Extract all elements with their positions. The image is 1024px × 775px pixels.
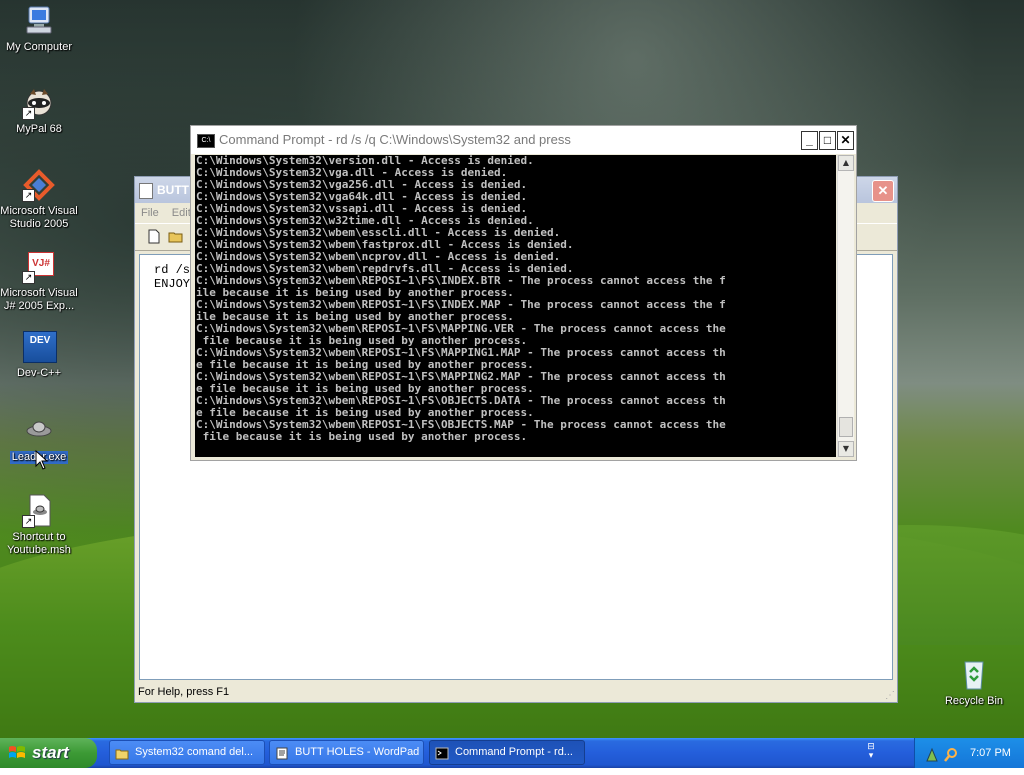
shortcut-arrow-icon: ↗ [22, 189, 35, 202]
tray-network-icon[interactable] [925, 745, 939, 775]
command-prompt-window[interactable]: C:\ Command Prompt - rd /s /q C:\Windows… [190, 125, 857, 461]
leader-exe-icon [22, 414, 56, 448]
new-document-icon[interactable] [147, 229, 163, 244]
status-text: For Help, press F1 [138, 686, 230, 698]
shortcut-arrow-icon: ↗ [22, 271, 35, 284]
desktop-icon-visual-studio[interactable]: ↗ Microsoft Visual Studio 2005 [0, 168, 81, 231]
wordpad-icon [275, 746, 289, 760]
menu-edit[interactable]: Edit [172, 207, 191, 219]
desktop-icon-my-computer[interactable]: My Computer [0, 4, 81, 54]
close-icon[interactable]: ✕ [872, 180, 894, 202]
taskbar-item-command-prompt[interactable]: Command Prompt - rd... [429, 740, 585, 765]
console-text: C:\Windows\System32\version.dll - Access… [196, 155, 726, 443]
my-computer-icon [22, 4, 56, 38]
open-folder-icon[interactable] [168, 229, 184, 244]
visual-studio-icon: ↗ [22, 168, 56, 202]
scroll-thumb[interactable] [839, 417, 853, 437]
scroll-up-icon[interactable]: ▲ [838, 155, 854, 171]
scroll-down-icon[interactable]: ▼ [838, 441, 854, 457]
desktop-icon-recycle-bin[interactable]: Recycle Bin [932, 658, 1016, 708]
tray-search-icon[interactable] [943, 745, 959, 775]
close-icon[interactable]: ✕ [837, 131, 854, 150]
desktop: My Computer ↗ MyPal 68 ↗ Microsoft Visua… [0, 0, 1024, 738]
console-icon: C:\ [197, 134, 215, 148]
wordpad-app-icon [139, 183, 153, 199]
folder-icon [115, 746, 129, 760]
recycle-bin-icon [957, 658, 991, 692]
visual-jsharp-icon: VJ# ↗ [22, 250, 56, 284]
console-output[interactable]: C:\Windows\System32\version.dll - Access… [195, 155, 836, 457]
mypal-icon: ↗ [22, 86, 56, 120]
maximize-icon[interactable]: □ [819, 131, 836, 150]
vertical-scrollbar[interactable]: ▲ ▼ [837, 155, 854, 457]
taskbar-item-system32-folder[interactable]: System32 comand del... [109, 740, 265, 765]
start-label: start [32, 743, 69, 762]
taskbar-overflow-icon[interactable]: ⊟ ▾ [864, 743, 878, 763]
taskbar-item-wordpad[interactable]: BUTT HOLES - WordPad [269, 740, 424, 765]
desktop-icon-visual-jsharp[interactable]: VJ# ↗ Microsoft Visual J# 2005 Exp... [0, 250, 81, 313]
cmd-title: Command Prompt - rd /s /q C:\Windows\Sys… [219, 132, 571, 147]
minimize-icon[interactable]: _ [801, 131, 818, 150]
shortcut-arrow-icon: ↗ [22, 107, 35, 120]
desktop-icon-youtube-shortcut[interactable]: ↗ Shortcut to Youtube.msh [0, 494, 81, 557]
desktop-icon-dev-cpp[interactable]: DEV Dev-C++ [0, 330, 81, 380]
shortcut-arrow-icon: ↗ [22, 515, 35, 528]
youtube-shortcut-icon: ↗ [22, 494, 56, 528]
clock[interactable]: 7:07 PM [970, 738, 1011, 768]
dev-cpp-icon: DEV [22, 330, 57, 364]
start-button[interactable]: start [0, 738, 97, 768]
windows-flag-icon [9, 746, 25, 758]
wordpad-title: BUTT [157, 183, 189, 197]
mouse-cursor-icon [35, 450, 49, 470]
taskbar: start System32 comand del... BUTT HOLES … [0, 738, 1024, 768]
wordpad-statusbar: For Help, press F1 ⋰ [135, 682, 897, 702]
menu-file[interactable]: File [141, 207, 159, 219]
resize-grip-icon[interactable]: ⋰ [885, 686, 895, 706]
console-icon [435, 746, 449, 760]
desktop-icon-mypal[interactable]: ↗ MyPal 68 [0, 86, 81, 136]
cmd-titlebar[interactable]: C:\ Command Prompt - rd /s /q C:\Windows… [191, 126, 856, 154]
system-tray: 7:07 PM [914, 738, 1024, 768]
